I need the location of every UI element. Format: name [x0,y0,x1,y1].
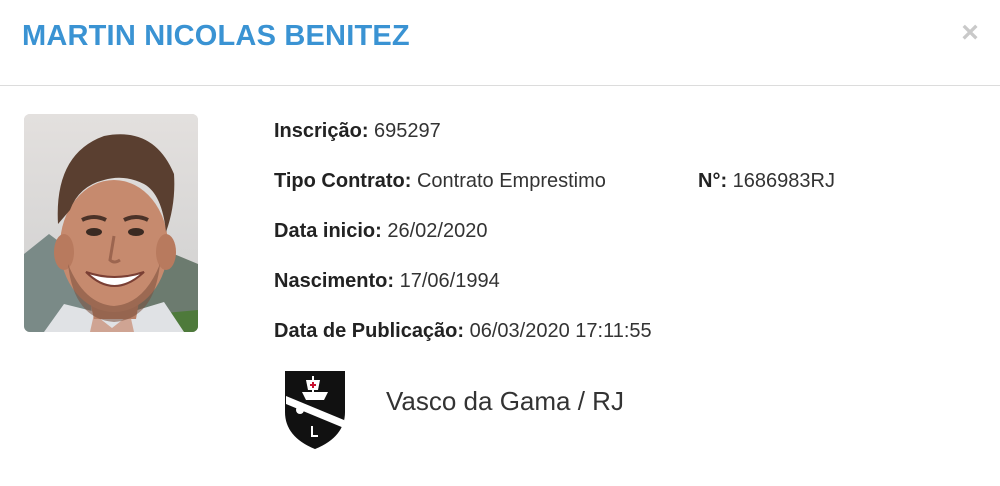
tipo-contrato-value: Contrato Emprestimo [416,170,606,192]
numero-row: N°: 1686983RJ [698,166,835,196]
tipo-contrato-row: Tipo Contrato: Contrato Emprestimo [274,166,606,196]
club-name: Vasco da Gama / RJ [386,386,624,416]
inscricao-value: 695297 [374,120,441,142]
player-photo-image [24,114,198,332]
vasco-da-gama-crest-icon [282,366,348,450]
data-inicio-value: 26/02/2020 [387,220,488,242]
modal-header: MARTIN NICOLAS BENITEZ × [0,0,1000,86]
player-photo [24,114,198,332]
nascimento-label: Nascimento: [274,270,395,292]
inscricao-label: Inscrição: [274,120,369,142]
nascimento-row: Nascimento: 17/06/1994 [274,266,500,296]
player-name-title: MARTIN NICOLAS BENITEZ [22,20,410,52]
nascimento-value: 17/06/1994 [399,270,500,292]
numero-label: N°: [698,170,728,192]
data-publicacao-value: 06/03/2020 17:11:55 [469,320,652,342]
close-button[interactable]: × [955,18,985,48]
data-publicacao-row: Data de Publicação: 06/03/2020 17:11:55 [274,316,652,346]
numero-value: 1686983RJ [732,170,835,192]
data-inicio-row: Data inicio: 26/02/2020 [274,216,487,246]
data-publicacao-label: Data de Publicação: [274,320,465,342]
data-inicio-label: Data inicio: [274,220,382,242]
inscricao-row: Inscrição: 695297 [274,116,441,146]
tipo-contrato-label: Tipo Contrato: [274,170,412,192]
